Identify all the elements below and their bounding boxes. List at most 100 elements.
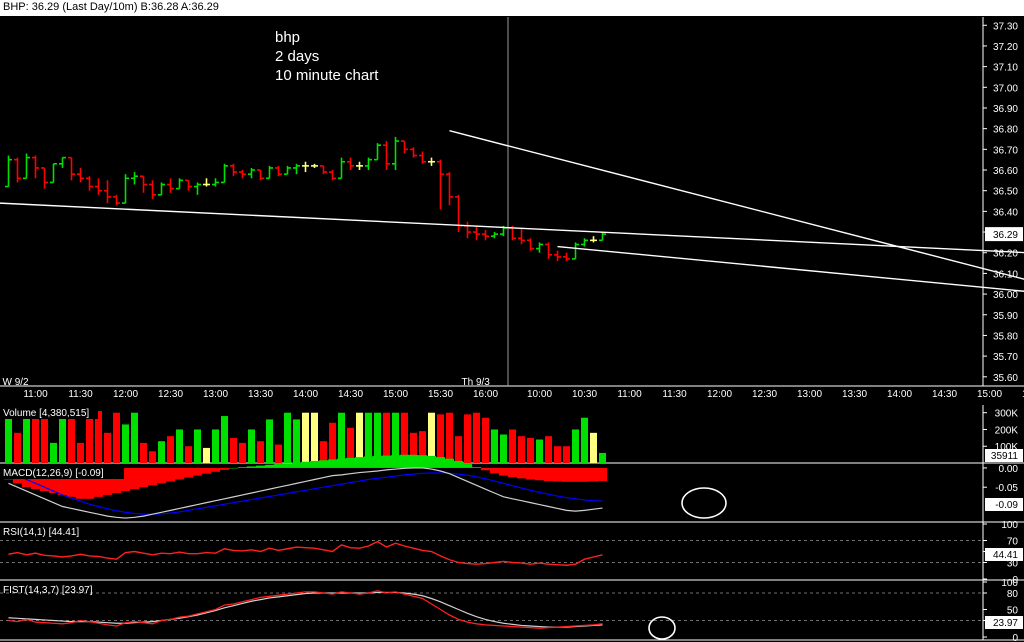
y-tick-label: 37.20 <box>993 42 1018 53</box>
y-tick-label: 36.40 <box>993 207 1018 218</box>
x-time-label: 11:30 <box>662 389 687 400</box>
last-price-label: 36.29 <box>993 230 1018 241</box>
price-bar <box>563 252 570 261</box>
price-bar <box>266 165 273 180</box>
volume-bar <box>23 412 30 463</box>
x-time-label: 14:00 <box>887 389 912 400</box>
volume-bar <box>374 412 381 463</box>
price-bar <box>284 165 291 175</box>
volume-bar <box>284 412 291 463</box>
price-bar <box>275 165 282 177</box>
volume-bar <box>14 432 21 463</box>
macd-histogram-bar <box>237 467 248 468</box>
macd-histogram-bar <box>291 462 302 468</box>
macd-histogram-bar <box>552 467 563 482</box>
price-bar <box>41 167 48 189</box>
macd-histogram-bar <box>453 460 464 468</box>
volume-bar <box>572 429 579 463</box>
chart-annotation: 10 minute chart <box>275 67 379 84</box>
price-bar <box>572 242 579 260</box>
price-bar <box>248 167 255 179</box>
last-volume-label: 35911 <box>991 451 1019 462</box>
macd-histogram-bar <box>219 467 230 470</box>
volume-bar <box>302 412 309 463</box>
y-tick-label: 80 <box>1007 589 1019 600</box>
price-bar <box>230 163 237 177</box>
x-time-label: 13:00 <box>203 389 228 400</box>
x-time-label: 15:00 <box>977 389 1002 400</box>
y-tick-label: 36.60 <box>993 166 1018 177</box>
window-title: BHP: 36.29 (Last Day/10m) B:36.28 A:36.2… <box>3 1 219 13</box>
volume-bar <box>590 432 597 463</box>
volume-bar <box>482 417 489 463</box>
price-bar <box>590 236 597 243</box>
price-bar <box>194 182 201 195</box>
macd-histogram-bar <box>345 457 356 468</box>
macd-histogram-bar <box>336 458 347 468</box>
macd-histogram-bar <box>579 467 590 482</box>
price-bar <box>329 170 336 181</box>
macd-histogram-bar <box>174 467 185 480</box>
macd-histogram-bar <box>516 467 527 479</box>
volume-bar <box>383 412 390 463</box>
volume-bar <box>131 412 138 463</box>
price-bar <box>428 157 435 166</box>
price-bar <box>482 229 489 241</box>
volume-bar <box>149 451 156 463</box>
volume-bar <box>329 422 336 463</box>
x-time-label: 12:30 <box>752 389 777 400</box>
volume-bar <box>536 439 543 463</box>
x-time-label: 12:00 <box>707 389 732 400</box>
volume-bar <box>446 412 453 463</box>
x-time-label: 14:30 <box>338 389 363 400</box>
volume-bar <box>599 452 606 463</box>
volume-bar <box>473 412 480 463</box>
x-time-label: 11:00 <box>617 389 642 400</box>
price-bar <box>356 161 363 171</box>
macd-histogram-bar <box>138 467 149 488</box>
trendline <box>557 245 1024 292</box>
y-tick-label: -0.05 <box>995 483 1018 494</box>
rsi-panel: 1007050300RSI(14,1) [44.41]44.41 <box>0 520 1024 586</box>
x-time-label: 15:00 <box>383 389 408 400</box>
price-bar <box>338 157 345 180</box>
volume-bar <box>212 429 219 463</box>
price-bar <box>50 163 57 184</box>
volume-bar <box>563 446 570 463</box>
macd-histogram-bar <box>147 467 158 486</box>
price-bar <box>77 167 84 183</box>
y-tick-label: 37.10 <box>993 63 1018 74</box>
macd-histogram-bar <box>282 463 293 468</box>
macd-histogram-bar <box>489 467 500 474</box>
price-bar <box>158 182 165 196</box>
macd-histogram-bar <box>570 467 581 482</box>
macd-histogram-bar <box>444 458 455 468</box>
price-bar <box>167 178 174 193</box>
y-tick-label: 300K <box>995 409 1019 420</box>
fist-legend: FIST(14,3,7) [23.97] <box>3 585 93 596</box>
price-bar <box>68 156 75 181</box>
volume-bar <box>320 441 327 463</box>
macd-histogram-bar <box>498 467 509 476</box>
y-tick-label: 35.80 <box>993 331 1018 342</box>
price-bar <box>212 178 219 187</box>
macd-histogram-bar <box>525 467 536 480</box>
volume-bar <box>167 436 174 463</box>
x-time-label: 16:00 <box>473 389 498 400</box>
macd-histogram-bar <box>192 467 203 476</box>
macd-histogram-bar <box>561 467 572 482</box>
macd-histogram-bar <box>318 460 329 468</box>
price-bar <box>536 242 543 253</box>
x-time-label: 13:00 <box>797 389 822 400</box>
macd-histogram-bar <box>399 454 410 468</box>
macd-histogram-bar <box>228 467 239 469</box>
x-time-label: 12:30 <box>158 389 183 400</box>
price-bar <box>419 151 426 164</box>
volume-bar <box>59 414 66 463</box>
price-bar <box>464 221 471 239</box>
macd-histogram-bar <box>471 467 482 468</box>
macd-histogram-bar <box>264 464 275 468</box>
window-title-bar: BHP: 36.29 (Last Day/10m) B:36.28 A:36.2… <box>0 0 1024 17</box>
x-day-label: W 9/2 <box>3 377 30 388</box>
y-tick-label: 200K <box>995 425 1019 436</box>
